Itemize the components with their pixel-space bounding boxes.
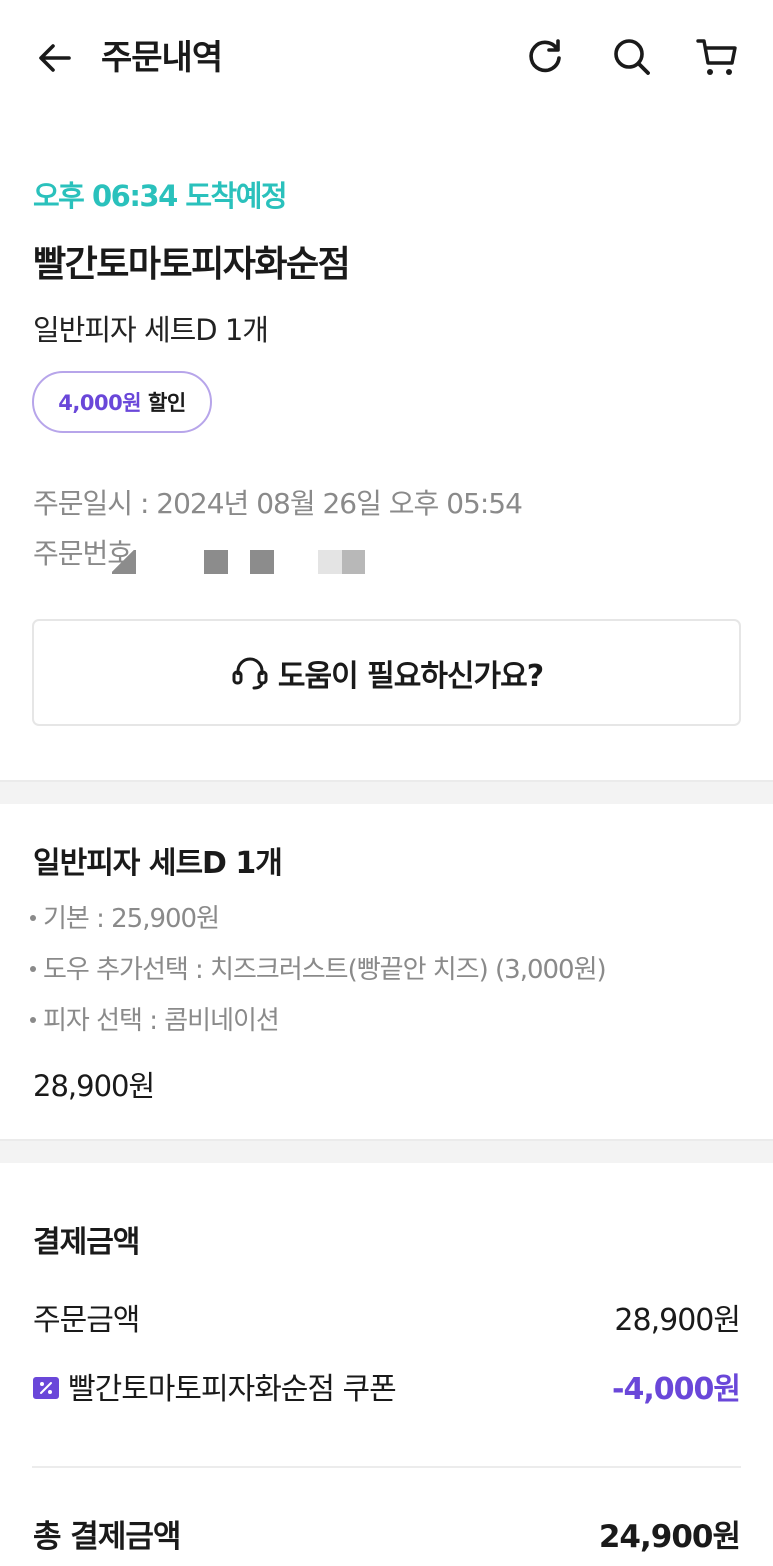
payment-title: 결제금액	[33, 1225, 140, 1260]
search-button[interactable]	[609, 34, 655, 80]
coupon-icon	[33, 1376, 59, 1399]
coupon-label: 빨간토마토피자화순점 쿠폰	[68, 1372, 397, 1407]
headset-icon	[230, 653, 270, 693]
redaction-block	[112, 550, 136, 574]
cart-icon	[696, 39, 737, 75]
item-option-text: 도우 추가선택 : 치즈크러스트(빵끝안 치즈) (3,000원)	[43, 955, 607, 985]
arrow-left-icon	[39, 44, 71, 72]
order-date-label: 주문일시 :	[33, 487, 157, 520]
help-label: 도움이 필요하신가요?	[277, 658, 544, 694]
eta-text: 오후 06:34 도착예정	[33, 179, 288, 213]
order-amount-label: 주문금액	[33, 1303, 140, 1338]
redaction-block	[318, 550, 342, 574]
top-app-bar: 주문내역	[0, 0, 773, 116]
refresh-icon	[529, 39, 561, 73]
item-option: 도우 추가선택 : 치즈크러스트(빵끝안 치즈) (3,000원)	[30, 952, 607, 988]
store-name[interactable]: 빨간토마토피자화순점	[33, 242, 351, 288]
page-title: 주문내역	[101, 38, 223, 78]
bullet-icon	[30, 914, 36, 921]
item-option-text: 기본 : 25,900원	[43, 904, 220, 934]
refresh-button[interactable]	[522, 34, 568, 80]
order-amount-value: 28,900원	[614, 1303, 741, 1338]
section-divider	[0, 1139, 773, 1163]
cart-button[interactable]	[694, 34, 740, 80]
search-icon	[614, 39, 650, 75]
coupon-value: -4,000원	[612, 1372, 741, 1407]
discount-amount: 4,000원	[58, 391, 142, 415]
item-price: 28,900원	[33, 1069, 155, 1103]
divider	[32, 1466, 741, 1468]
total-label: 총 결제금액	[33, 1519, 181, 1555]
section-divider	[0, 780, 773, 804]
discount-label: 할인	[148, 391, 186, 415]
item-name: 일반피자 세트D 1개	[33, 846, 283, 881]
item-option-text: 피자 선택 : 콤비네이션	[43, 1006, 280, 1036]
bullet-icon	[30, 1016, 36, 1023]
back-button[interactable]	[33, 36, 77, 80]
help-button[interactable]: 도움이 필요하신가요?	[32, 619, 741, 726]
redaction-block	[250, 550, 274, 574]
item-option: 기본 : 25,900원	[30, 901, 220, 937]
bullet-icon	[30, 965, 36, 972]
redaction-block	[342, 550, 365, 574]
order-summary: 일반피자 세트D 1개	[33, 313, 269, 347]
coupon-row: 빨간토마토피자화순점 쿠폰	[33, 1369, 397, 1411]
item-option: 피자 선택 : 콤비네이션	[30, 1003, 280, 1039]
order-date-value: 2024년 08월 26일 오후 05:54	[156, 487, 523, 520]
discount-badge: 4,000원 할인	[32, 371, 212, 433]
total-value: 24,900원	[598, 1519, 741, 1555]
redaction-block	[204, 550, 228, 574]
order-date-line: 주문일시 : 2024년 08월 26일 오후 05:54	[33, 484, 523, 524]
